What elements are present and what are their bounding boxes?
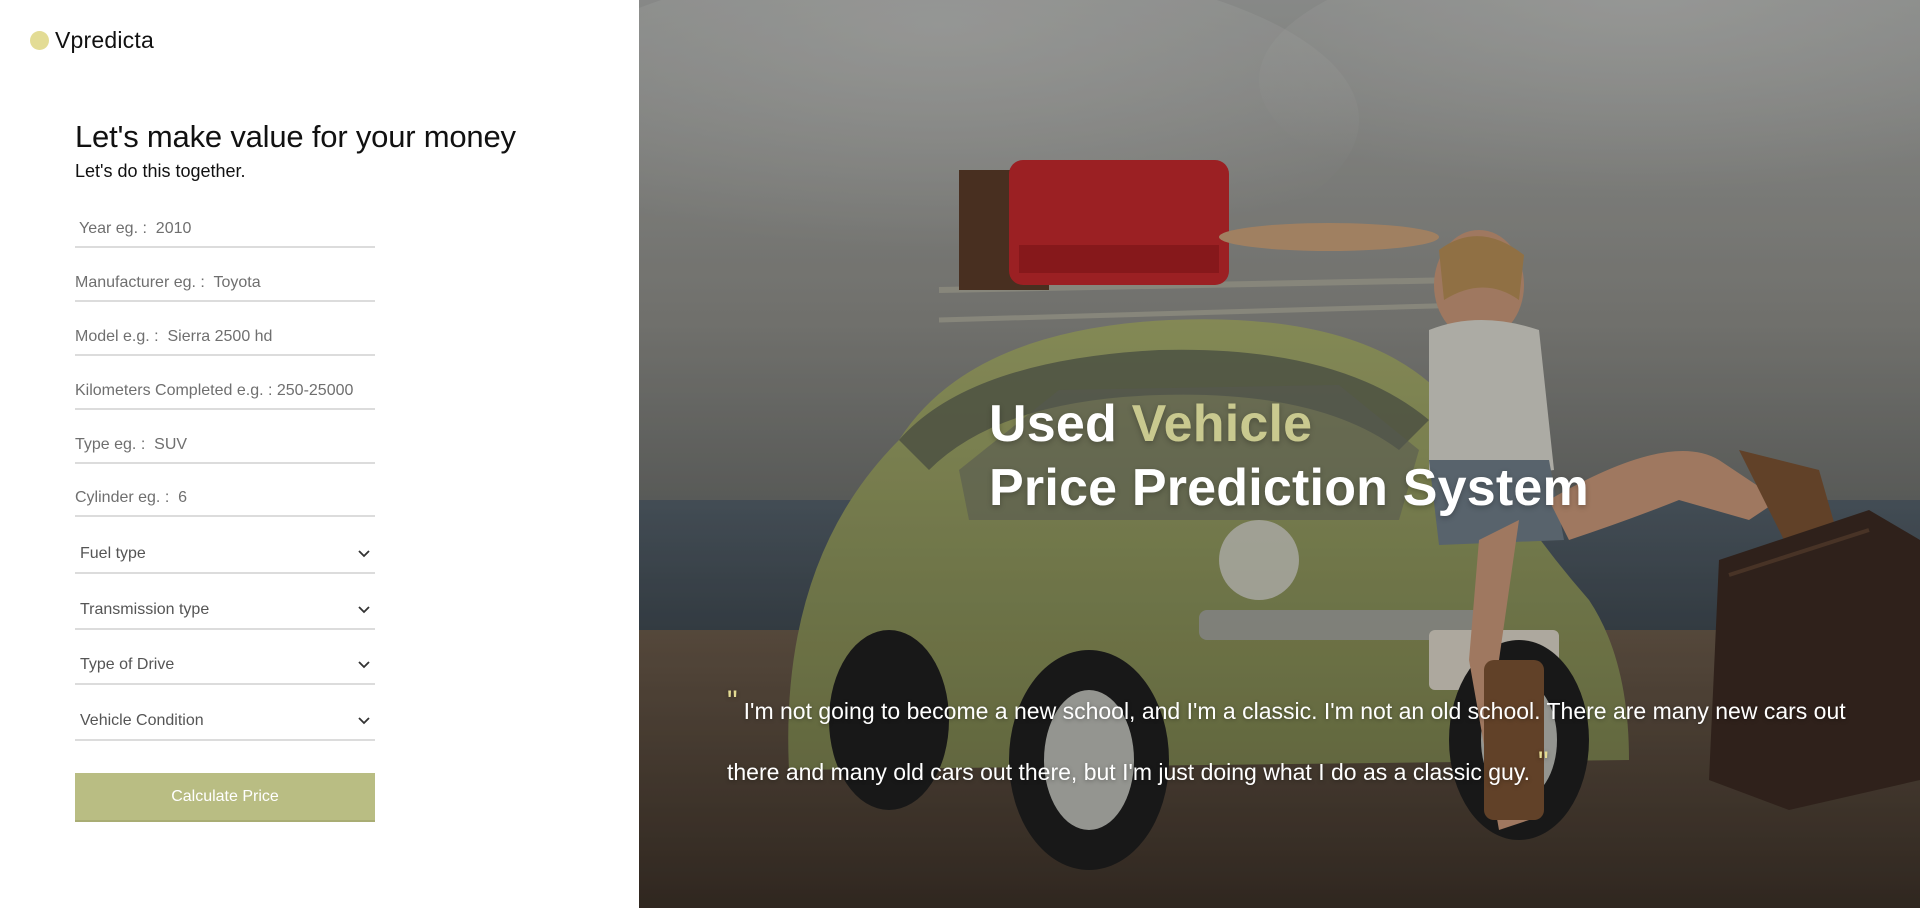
year-input[interactable] — [75, 212, 375, 246]
type-input[interactable] — [75, 428, 375, 462]
brand[interactable]: Vpredicta — [30, 27, 154, 54]
quote-open-icon: " — [727, 685, 738, 718]
hero-title-line2: Price Prediction System — [989, 459, 1589, 517]
manufacturer-field — [75, 266, 375, 302]
chevron-down-icon — [357, 547, 371, 561]
fuel-type-label: Fuel type — [80, 545, 146, 562]
chevron-down-icon — [357, 714, 371, 728]
form-panel: Vpredicta Let's make value for your mone… — [0, 0, 639, 908]
hero-title: Used Vehicle Price Prediction System — [989, 392, 1589, 520]
drive-type-select[interactable]: Type of Drive — [75, 647, 375, 685]
vehicle-condition-select[interactable]: Vehicle Condition — [75, 703, 375, 741]
model-input[interactable] — [75, 320, 375, 354]
manufacturer-input[interactable] — [75, 266, 375, 300]
fuel-type-select[interactable]: Fuel type — [75, 536, 375, 574]
kilometers-input[interactable] — [75, 374, 375, 408]
cylinder-input[interactable] — [75, 481, 375, 515]
page: Vpredicta Let's make value for your mone… — [0, 0, 1920, 908]
year-field — [75, 212, 375, 248]
model-field — [75, 320, 375, 356]
calculate-price-button[interactable]: Calculate Price — [75, 773, 375, 822]
brand-logo-icon — [30, 31, 49, 50]
prediction-form: Let's make value for your money Let's do… — [75, 118, 535, 822]
quote-close-icon: " — [1538, 746, 1549, 779]
type-field — [75, 428, 375, 464]
chevron-down-icon — [357, 603, 371, 617]
hero-section: Used Vehicle Price Prediction System " I'… — [639, 0, 1920, 908]
brand-name: Vpredicta — [55, 27, 154, 53]
hero-title-part1: Used — [989, 395, 1132, 453]
vehicle-condition-label: Vehicle Condition — [80, 712, 204, 729]
transmission-type-select[interactable]: Transmission type — [75, 592, 375, 630]
transmission-type-label: Transmission type — [80, 601, 210, 618]
hero-quote: " I'm not going to become a new school, a… — [727, 676, 1857, 798]
cylinder-field — [75, 481, 375, 517]
chevron-down-icon — [357, 658, 371, 672]
form-subheading: Let's do this together. — [75, 161, 246, 181]
kilometers-field — [75, 374, 375, 410]
hero-title-accent: Vehicle — [1131, 395, 1313, 453]
drive-type-label: Type of Drive — [80, 656, 175, 673]
quote-text: I'm not going to become a new school, an… — [727, 698, 1846, 785]
form-heading: Let's make value for your money — [75, 119, 516, 154]
